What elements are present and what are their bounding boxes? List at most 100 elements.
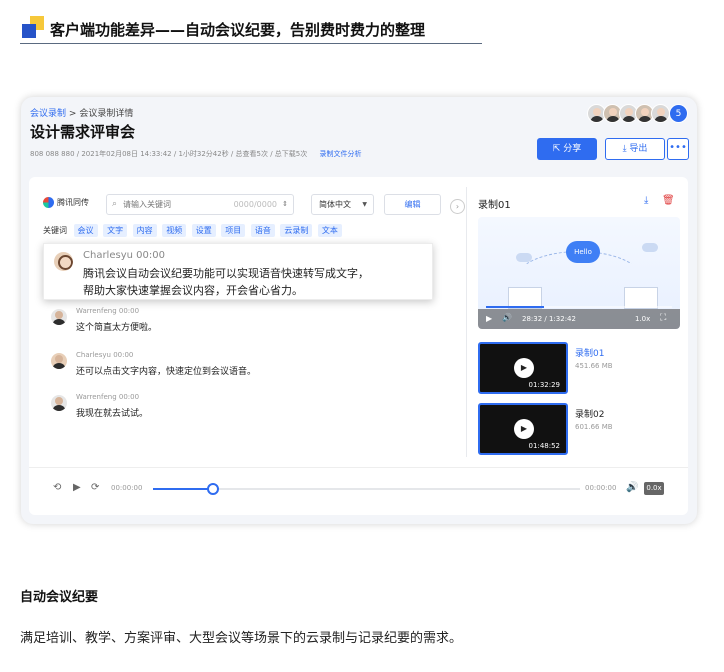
audio-speed[interactable]: 0.0x — [644, 482, 664, 495]
volume-icon[interactable]: 🔊 — [626, 482, 638, 493]
section-description: 满足培训、教学、方案评审、大型会议等场景下的云录制与记录纪要的需求。 — [20, 631, 463, 646]
transcript-search[interactable]: ⌕ 0000/0000 ⇕ — [106, 194, 294, 215]
speaker-name: Warrenfeng 00:00 — [76, 393, 140, 401]
playback-speed[interactable]: 1.0x — [635, 315, 650, 323]
transcript-text: 这个简直太方便啦。 — [76, 323, 158, 333]
recording-duration: 01:32:29 — [528, 381, 560, 389]
analysis-link[interactable]: 录制文件分析 — [319, 150, 361, 158]
audio-player: ⟲ ▶ ⟳ 00:00:00 00:00:00 🔊 0.0x — [29, 467, 688, 515]
more-icon: ••• — [669, 142, 687, 153]
panel-divider[interactable] — [466, 187, 467, 457]
recording-thumbnail[interactable]: ▶ 01:48:52 — [478, 403, 568, 455]
transcript-text: 腾讯会议自动会议纪要功能可以实现语音快速转写成文字， 帮助大家快速掌握会议内容，… — [83, 265, 369, 299]
keyword-tag[interactable]: 云录制 — [280, 224, 313, 237]
recording-size: 451.66 MB — [575, 362, 613, 370]
audio-progress-handle[interactable] — [206, 483, 219, 495]
play-icon[interactable]: ▶ — [514, 358, 534, 378]
search-stepper-icon[interactable]: ⇕ — [282, 195, 288, 214]
audio-time-end: 00:00:00 — [585, 484, 617, 492]
keyword-tag[interactable]: 视频 — [162, 224, 187, 237]
audio-progress-track[interactable] — [153, 483, 580, 495]
chevron-down-icon: ▼ — [362, 201, 367, 208]
audio-progress-fill — [153, 488, 213, 490]
avatar — [651, 104, 670, 123]
play-icon[interactable]: ▶ — [514, 419, 534, 439]
keyword-tag[interactable]: 文本 — [317, 224, 342, 237]
avatar — [51, 309, 67, 325]
breadcrumb-current: 会议录制详情 — [79, 109, 134, 119]
delete-icon[interactable]: 🗑 — [662, 195, 675, 206]
meeting-meta: 808 088 880 / 2021年02月08日 14:33:42 / 1小时… — [30, 149, 361, 159]
highlighted-transcript-entry[interactable]: Charlesyu 00:00 腾讯会议自动会议纪要功能可以实现语音快速转写成文… — [43, 243, 433, 300]
current-recording-title: 录制01 — [478, 200, 511, 211]
heading-text: 客户端功能差异——自动会议纪要，告别费时费力的整理 — [50, 21, 426, 39]
share-icon: ⇱ — [552, 144, 564, 154]
avatar — [51, 353, 67, 369]
keyword-tag[interactable]: 设置 — [191, 224, 216, 237]
heading-mark-icon-2 — [22, 24, 36, 38]
hello-cloud-icon: Hello — [566, 241, 600, 263]
more-button[interactable]: ••• — [667, 138, 689, 160]
cloud-icon — [516, 253, 532, 262]
search-icon: ⌕ — [112, 199, 118, 209]
collapse-panel-icon[interactable]: › — [450, 199, 465, 214]
fullscreen-icon[interactable]: ⛶ — [660, 313, 666, 323]
keyword-tag[interactable]: 语音 — [250, 224, 275, 237]
play-icon[interactable]: ▶ — [486, 314, 492, 323]
export-button[interactable]: ⤓ 导出 — [605, 138, 665, 160]
keyword-tags: 关键词 会议 文字 内容 视频 设置 项目 语音 云录制 文本 — [43, 224, 345, 237]
keyword-tag[interactable]: 会议 — [73, 224, 98, 237]
brand-logo-icon — [43, 197, 54, 208]
video-progress[interactable] — [486, 306, 672, 308]
share-label: 分享 — [563, 144, 582, 154]
recordings-panel: 录制01 ⤓ 🗑 Hello ▶ 🔊 28:32 / 1:32:42 1.0x … — [472, 177, 688, 467]
edit-button[interactable]: 编辑 — [384, 194, 441, 215]
audio-time-start: 00:00:00 — [111, 484, 143, 492]
recording-size: 601.66 MB — [575, 423, 613, 431]
download-icon[interactable]: ⤓ — [644, 195, 648, 206]
recording-name[interactable]: 录制02 — [575, 407, 604, 420]
play-icon[interactable]: ▶ — [73, 482, 81, 493]
video-controls: ▶ 🔊 28:32 / 1:32:42 1.0x ⛶ — [478, 306, 680, 329]
export-label: 导出 — [629, 144, 648, 154]
keyword-tag[interactable]: 文字 — [103, 224, 128, 237]
app-screenshot: 会议录制 > 会议录制详情 设计需求评审会 808 088 880 / 2021… — [21, 97, 697, 524]
meta-text: 808 088 880 / 2021年02月08日 14:33:42 / 1小时… — [30, 150, 308, 158]
breadcrumb: 会议录制 > 会议录制详情 — [30, 106, 133, 119]
recording-duration: 01:48:52 — [528, 442, 560, 450]
forward-icon[interactable]: ⟳ — [91, 482, 99, 493]
share-button[interactable]: ⇱ 分享 — [537, 138, 597, 160]
video-progress-fill — [486, 306, 544, 308]
brand-name: 腾讯同传 — [57, 198, 89, 207]
search-match-count: 0000/0000 — [233, 200, 277, 209]
video-player[interactable]: Hello ▶ 🔊 28:32 / 1:32:42 1.0x ⛶ — [478, 217, 680, 329]
recording-thumbnail[interactable]: ▶ 01:32:29 — [478, 342, 568, 394]
search-input[interactable] — [123, 197, 233, 212]
brand: 腾讯同传 — [43, 197, 89, 208]
speaker-name: Warrenfeng 00:00 — [76, 307, 140, 315]
breadcrumb-link-recordings[interactable]: 会议录制 — [30, 109, 66, 119]
video-time: 28:32 / 1:32:42 — [522, 315, 576, 323]
recording-name[interactable]: 录制01 — [575, 346, 604, 359]
keyword-tag[interactable]: 项目 — [221, 224, 246, 237]
keyword-tag[interactable]: 内容 — [132, 224, 157, 237]
transcript-text: 我现在就去试试。 — [76, 409, 149, 419]
transcript-panel: 腾讯同传 ⌕ 0000/0000 ⇕ 简体中文 ▼ 编辑 › 关键词 会议 文字 … — [29, 177, 466, 467]
language-select[interactable]: 简体中文 ▼ — [311, 194, 374, 215]
breadcrumb-separator: > — [68, 109, 77, 119]
cloud-icon — [642, 243, 658, 252]
avatar — [51, 395, 67, 411]
recording-detail-card: 腾讯同传 ⌕ 0000/0000 ⇕ 简体中文 ▼ 编辑 › 关键词 会议 文字 … — [29, 177, 688, 515]
section-title: 自动会议纪要 — [20, 590, 99, 605]
language-value: 简体中文 — [319, 200, 351, 209]
article-heading: 客户端功能差异——自动会议纪要，告别费时费力的整理 — [20, 14, 482, 44]
page-title: 设计需求评审会 — [30, 123, 136, 141]
volume-icon[interactable]: 🔊 — [502, 313, 512, 322]
avatar — [54, 252, 73, 271]
rewind-icon[interactable]: ⟲ — [53, 482, 61, 493]
speaker-name: Charlesyu 00:00 — [83, 250, 165, 261]
transcript-line: 腾讯会议自动会议纪要功能可以实现语音快速转写成文字， — [83, 267, 369, 280]
transcript-line: 帮助大家快速掌握会议内容，开会省心省力。 — [83, 284, 303, 297]
transcript-text: 还可以点击文字内容，快速定位到会议语音。 — [76, 367, 257, 377]
keywords-label: 关键词 — [43, 226, 67, 235]
